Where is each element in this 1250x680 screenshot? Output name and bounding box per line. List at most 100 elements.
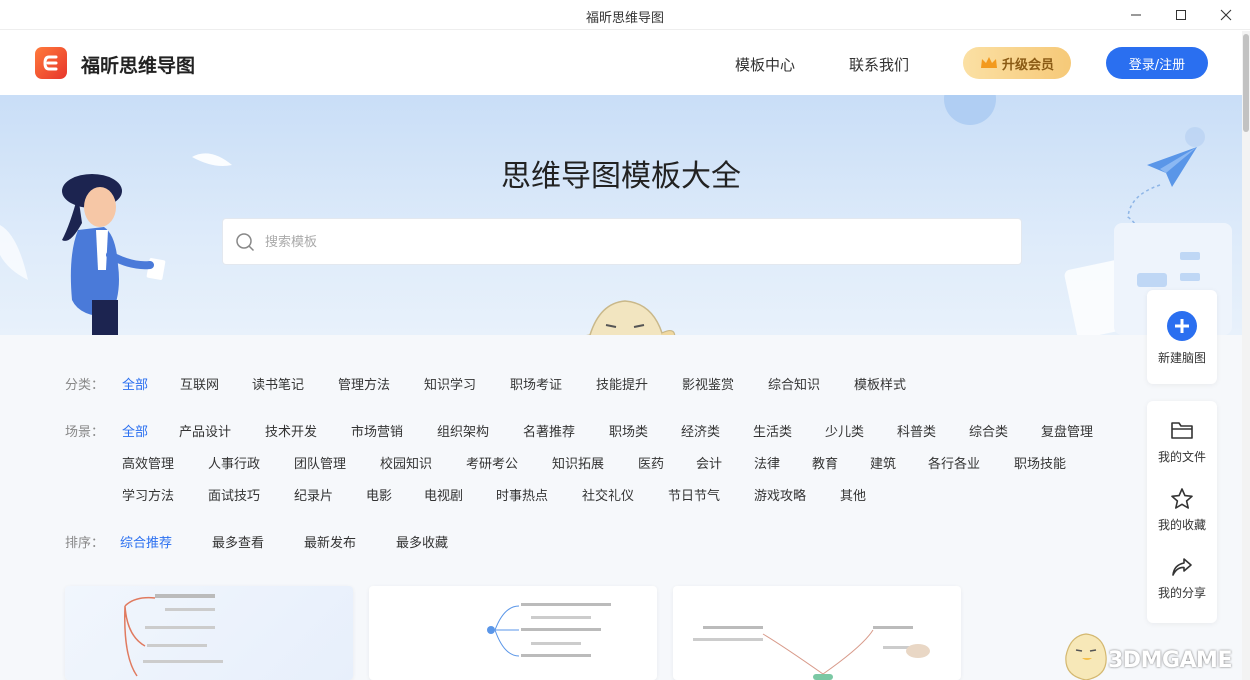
my-files-button[interactable]: 我的文件	[1147, 419, 1217, 465]
close-icon	[1220, 9, 1232, 21]
scene-item[interactable]: 法律	[754, 453, 812, 472]
scene-item[interactable]: 电视剧	[424, 485, 496, 504]
scene-filter-row-1: 场景： 全部 产品设计 技术开发 市场营销 组织架构 名著推荐 职场类 经济类 …	[65, 421, 1113, 440]
scene-filter-row-2: 高效管理 人事行政 团队管理 校园知识 考研考公 知识拓展 医药 会计 法律 教…	[122, 453, 1100, 472]
scene-item[interactable]: 科普类	[897, 421, 969, 440]
scene-item[interactable]: 校园知识	[380, 453, 466, 472]
plus-circle-icon	[1167, 311, 1197, 341]
nav-template-center[interactable]: 模板中心	[735, 54, 795, 75]
scene-item[interactable]: 市场营销	[351, 421, 437, 440]
new-mindmap-button[interactable]: 新建脑图	[1147, 310, 1217, 366]
my-shares-label: 我的分享	[1157, 586, 1206, 600]
woman-illustration	[62, 174, 166, 335]
category-certification[interactable]: 职场考证	[510, 374, 596, 393]
sort-label: 排序：	[65, 536, 105, 551]
app-logo[interactable]	[35, 47, 67, 79]
app-header: 福昕思维导图 模板中心 联系我们 升级会员 登录/注册	[0, 31, 1242, 95]
minimize-button[interactable]	[1113, 0, 1159, 30]
scene-item[interactable]: 会计	[696, 453, 754, 472]
watermark-text: 3DMGAME	[1108, 648, 1232, 673]
star-icon	[1171, 488, 1193, 509]
scene-item[interactable]: 技术开发	[265, 421, 351, 440]
close-button[interactable]	[1203, 0, 1249, 30]
share-icon	[1172, 558, 1192, 576]
scene-item[interactable]: 职场类	[609, 421, 681, 440]
scene-item[interactable]: 人事行政	[208, 453, 294, 472]
crown-icon	[980, 57, 997, 68]
search-icon	[236, 233, 255, 252]
my-favorites-button[interactable]: 我的收藏	[1147, 487, 1217, 533]
my-favorites-label: 我的收藏	[1157, 518, 1206, 532]
scene-item[interactable]: 教育	[812, 453, 870, 472]
category-internet[interactable]: 互联网	[180, 374, 252, 393]
new-mindmap-panel: 新建脑图	[1147, 290, 1217, 384]
scene-item[interactable]: 医药	[638, 453, 696, 472]
my-shares-button[interactable]: 我的分享	[1147, 555, 1217, 601]
scene-item[interactable]: 少儿类	[825, 421, 897, 440]
brand-name: 福昕思维导图	[81, 55, 196, 77]
scene-item[interactable]: 社交礼仪	[582, 485, 668, 504]
scene-item[interactable]: 节日节气	[668, 485, 754, 504]
folder-icon	[1171, 422, 1193, 439]
scene-item[interactable]: 知识拓展	[552, 453, 638, 472]
category-knowledge[interactable]: 知识学习	[424, 374, 510, 393]
upgrade-vip-button[interactable]: 升级会员	[963, 47, 1071, 79]
hero-title: 思维导图模板大全	[501, 159, 741, 194]
sort-most-viewed[interactable]: 最多查看	[212, 532, 304, 551]
scene-filter-row-3: 学习方法 面试技巧 纪录片 电影 电视剧 时事热点 社交礼仪 节日节气 游戏攻略…	[122, 485, 898, 504]
minimize-icon	[1131, 14, 1141, 16]
sort-recommended[interactable]: 综合推荐	[120, 532, 212, 551]
scene-item[interactable]: 团队管理	[294, 453, 380, 472]
scene-item[interactable]: 产品设计	[179, 421, 265, 440]
search-input[interactable]	[265, 231, 965, 253]
scene-item[interactable]: 考研考公	[466, 453, 552, 472]
scene-item[interactable]: 综合类	[969, 421, 1041, 440]
scene-item[interactable]: 经济类	[681, 421, 753, 440]
maximize-button[interactable]	[1158, 0, 1204, 30]
scene-item[interactable]: 生活类	[753, 421, 825, 440]
category-film-review[interactable]: 影视鉴赏	[682, 374, 768, 393]
scrollbar-thumb[interactable]	[1243, 34, 1249, 132]
scene-item[interactable]: 各行各业	[928, 453, 1014, 472]
scene-label: 场景：	[65, 425, 105, 440]
scene-item[interactable]: 建筑	[870, 453, 928, 472]
template-card[interactable]	[673, 586, 961, 680]
scene-item[interactable]: 电影	[366, 485, 424, 504]
category-skills[interactable]: 技能提升	[596, 374, 682, 393]
template-card[interactable]	[369, 586, 657, 680]
category-all[interactable]: 全部	[122, 374, 180, 393]
mindmap-logo-icon	[43, 55, 58, 71]
scene-item[interactable]: 职场技能	[1014, 453, 1100, 472]
scene-item[interactable]: 高效管理	[122, 453, 208, 472]
title-bar: 福昕思维导图	[0, 0, 1250, 30]
maximize-icon	[1176, 10, 1186, 20]
category-general[interactable]: 综合知识	[768, 374, 854, 393]
window-title: 福昕思维导图	[585, 11, 664, 26]
category-reading-notes[interactable]: 读书笔记	[252, 374, 338, 393]
scene-item[interactable]: 学习方法	[122, 485, 208, 504]
my-files-label: 我的文件	[1157, 450, 1206, 464]
template-thumbnail	[487, 603, 611, 657]
category-management[interactable]: 管理方法	[338, 374, 424, 393]
sort-newest[interactable]: 最新发布	[304, 532, 396, 551]
sort-most-favorited[interactable]: 最多收藏	[396, 532, 488, 551]
scene-item[interactable]: 面试技巧	[208, 485, 294, 504]
scene-item[interactable]: 纪录片	[294, 485, 366, 504]
sort-row: 排序： 综合推荐 最多查看 最新发布 最多收藏	[65, 532, 488, 551]
watermark-mascot-icon	[1065, 633, 1107, 680]
template-search-box[interactable]	[222, 218, 1022, 265]
scene-item[interactable]: 其他	[840, 485, 898, 504]
scene-item[interactable]: 全部	[122, 421, 179, 440]
category-template-style[interactable]: 模板样式	[854, 374, 940, 393]
scene-item[interactable]: 游戏攻略	[754, 485, 840, 504]
new-mindmap-label: 新建脑图	[1157, 351, 1206, 365]
scene-item[interactable]: 复盘管理	[1041, 421, 1113, 440]
scene-item[interactable]: 时事热点	[496, 485, 582, 504]
template-card[interactable]	[65, 586, 353, 680]
login-register-button[interactable]: 登录/注册	[1106, 47, 1208, 79]
scene-item[interactable]: 名著推荐	[523, 421, 609, 440]
scene-item[interactable]: 组织架构	[437, 421, 523, 440]
nav-contact-us[interactable]: 联系我们	[849, 54, 909, 75]
template-thumbnail	[124, 594, 223, 677]
my-files-panel: 我的文件 我的收藏 我的分享	[1147, 401, 1217, 623]
